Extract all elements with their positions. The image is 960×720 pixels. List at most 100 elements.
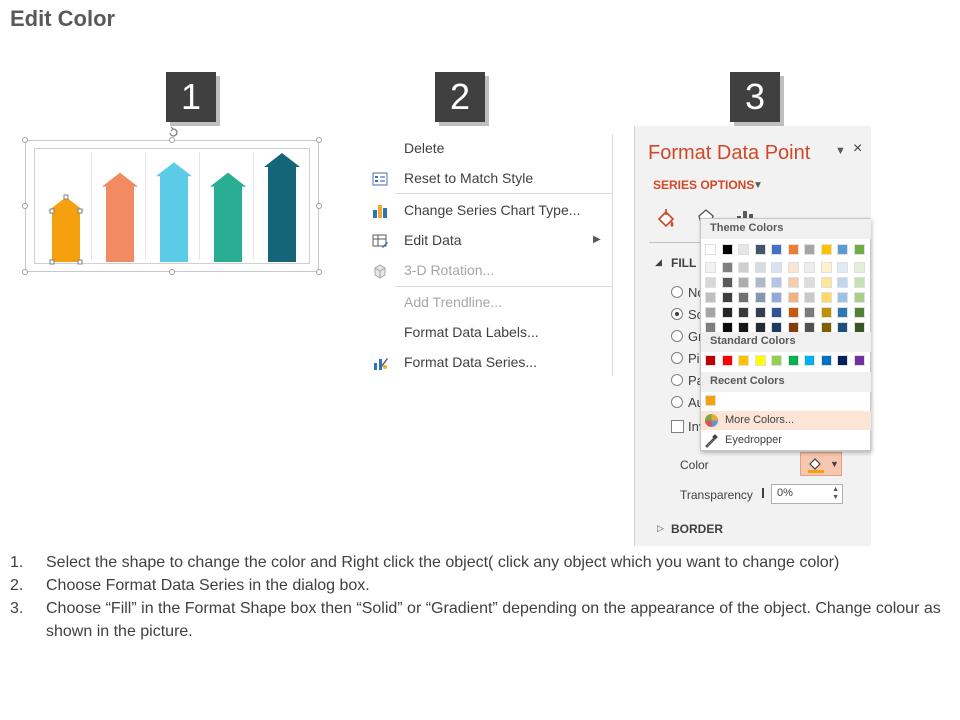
- selection-handle[interactable]: [77, 259, 83, 265]
- resize-handle[interactable]: [22, 269, 28, 275]
- theme-color-swatch[interactable]: [721, 244, 733, 255]
- theme-shade-swatch[interactable]: [820, 277, 832, 288]
- theme-shade-swatch[interactable]: [721, 307, 733, 318]
- theme-shade-swatch[interactable]: [837, 307, 848, 318]
- theme-color-swatch[interactable]: [837, 244, 848, 255]
- theme-shade-swatch[interactable]: [820, 292, 832, 303]
- theme-shade-swatch[interactable]: [771, 262, 782, 273]
- theme-shade-swatch[interactable]: [837, 277, 848, 288]
- theme-shade-swatch[interactable]: [787, 307, 799, 318]
- standard-color-swatch[interactable]: [820, 355, 832, 366]
- theme-shade-swatch[interactable]: [754, 307, 766, 318]
- theme-shade-swatch[interactable]: [705, 307, 716, 318]
- standard-color-swatch[interactable]: [705, 355, 716, 366]
- theme-shade-swatch[interactable]: [853, 292, 865, 303]
- resize-handle[interactable]: [316, 203, 322, 209]
- invert-if-negative-checkbox[interactable]: [671, 420, 684, 433]
- standard-color-swatch[interactable]: [738, 355, 749, 366]
- theme-shade-swatch[interactable]: [804, 277, 815, 288]
- theme-shade-swatch[interactable]: [721, 262, 733, 273]
- pane-options-icon[interactable]: ▼: [835, 145, 846, 157]
- theme-shade-swatch[interactable]: [853, 262, 865, 273]
- arrow-bar-2[interactable]: [102, 172, 138, 262]
- theme-shade-swatch[interactable]: [771, 307, 782, 318]
- theme-color-swatch[interactable]: [771, 244, 782, 255]
- menu-item-delete[interactable]: Delete: [365, 137, 612, 161]
- theme-shade-swatch[interactable]: [804, 262, 815, 273]
- standard-color-swatch[interactable]: [853, 355, 865, 366]
- selection-handle[interactable]: [49, 259, 55, 265]
- resize-handle[interactable]: [22, 203, 28, 209]
- chevron-down-icon[interactable]: ▼: [753, 180, 763, 191]
- theme-color-swatch[interactable]: [804, 244, 815, 255]
- close-icon[interactable]: ×: [853, 140, 862, 158]
- menu-item-reset-style[interactable]: Reset to Match Style: [365, 167, 612, 191]
- transparency-slider[interactable]: [762, 488, 764, 498]
- theme-shade-swatch[interactable]: [820, 307, 832, 318]
- resize-handle[interactable]: [316, 269, 322, 275]
- expand-caret-icon[interactable]: ▷: [657, 523, 664, 534]
- standard-color-swatch[interactable]: [754, 355, 766, 366]
- standard-color-swatch[interactable]: [721, 355, 733, 366]
- theme-shade-swatch[interactable]: [771, 292, 782, 303]
- theme-shade-swatch[interactable]: [754, 262, 766, 273]
- standard-color-swatch[interactable]: [787, 355, 799, 366]
- theme-shade-swatch[interactable]: [754, 292, 766, 303]
- arrow-bar-4[interactable]: [210, 172, 246, 262]
- theme-shade-swatch[interactable]: [738, 307, 749, 318]
- menu-item-format-data-labels[interactable]: Format Data Labels...: [365, 321, 612, 345]
- menu-item-change-chart-type[interactable]: Change Series Chart Type...: [365, 199, 612, 223]
- theme-color-swatch[interactable]: [705, 244, 716, 255]
- menu-item-format-data-series[interactable]: Format Data Series...: [365, 351, 612, 375]
- selection-handle[interactable]: [77, 208, 83, 214]
- arrow-bar-3[interactable]: [156, 162, 192, 262]
- theme-shade-swatch[interactable]: [754, 277, 766, 288]
- theme-shade-swatch[interactable]: [705, 292, 716, 303]
- radio-solid-fill[interactable]: [671, 308, 683, 320]
- theme-shade-swatch[interactable]: [738, 277, 749, 288]
- standard-color-swatch[interactable]: [804, 355, 815, 366]
- theme-shade-swatch[interactable]: [820, 262, 832, 273]
- selection-handle[interactable]: [63, 194, 69, 200]
- theme-shade-swatch[interactable]: [721, 277, 733, 288]
- radio-gradient-fill[interactable]: [671, 330, 683, 342]
- standard-color-swatch[interactable]: [771, 355, 782, 366]
- resize-handle[interactable]: [316, 137, 322, 143]
- theme-shade-swatch[interactable]: [804, 292, 815, 303]
- rotate-handle-icon[interactable]: [167, 126, 179, 138]
- theme-shade-swatch[interactable]: [787, 292, 799, 303]
- theme-shade-swatch[interactable]: [787, 277, 799, 288]
- radio-pattern-fill[interactable]: [671, 374, 683, 386]
- theme-shade-swatch[interactable]: [705, 277, 716, 288]
- theme-shade-swatch[interactable]: [837, 262, 848, 273]
- radio-automatic[interactable]: [671, 396, 683, 408]
- chart-arrows[interactable]: [25, 140, 319, 272]
- theme-shade-swatch[interactable]: [837, 292, 848, 303]
- theme-color-swatch[interactable]: [820, 244, 832, 255]
- more-colors-item[interactable]: More Colors...: [701, 411, 871, 430]
- menu-item-edit-data[interactable]: Edit Data ▶: [365, 229, 612, 253]
- theme-color-swatch[interactable]: [754, 244, 766, 255]
- fill-line-tab-icon[interactable]: [653, 206, 679, 232]
- theme-shade-swatch[interactable]: [738, 262, 749, 273]
- theme-shade-swatch[interactable]: [721, 292, 733, 303]
- theme-shade-swatch[interactable]: [787, 262, 799, 273]
- spin-down-icon[interactable]: ▼: [832, 494, 839, 501]
- selection-handle[interactable]: [49, 208, 55, 214]
- theme-shade-swatch[interactable]: [771, 277, 782, 288]
- radio-no-fill[interactable]: [671, 286, 683, 298]
- fill-section-heading[interactable]: FILL: [671, 256, 696, 270]
- standard-color-swatch[interactable]: [837, 355, 848, 366]
- fill-color-button[interactable]: ▼: [800, 452, 842, 476]
- theme-shade-swatch[interactable]: [853, 277, 865, 288]
- theme-color-swatch[interactable]: [853, 244, 865, 255]
- theme-shade-swatch[interactable]: [853, 307, 865, 318]
- arrow-bar-5[interactable]: [264, 152, 300, 262]
- border-section-heading[interactable]: BORDER: [671, 522, 723, 536]
- menu-item-3d-rotation[interactable]: 3-D Rotation...: [365, 259, 612, 283]
- theme-color-swatch[interactable]: [738, 244, 749, 255]
- theme-shade-swatch[interactable]: [705, 262, 716, 273]
- spin-up-icon[interactable]: ▲: [832, 486, 839, 493]
- radio-picture-fill[interactable]: [671, 352, 683, 364]
- theme-shade-swatch[interactable]: [804, 307, 815, 318]
